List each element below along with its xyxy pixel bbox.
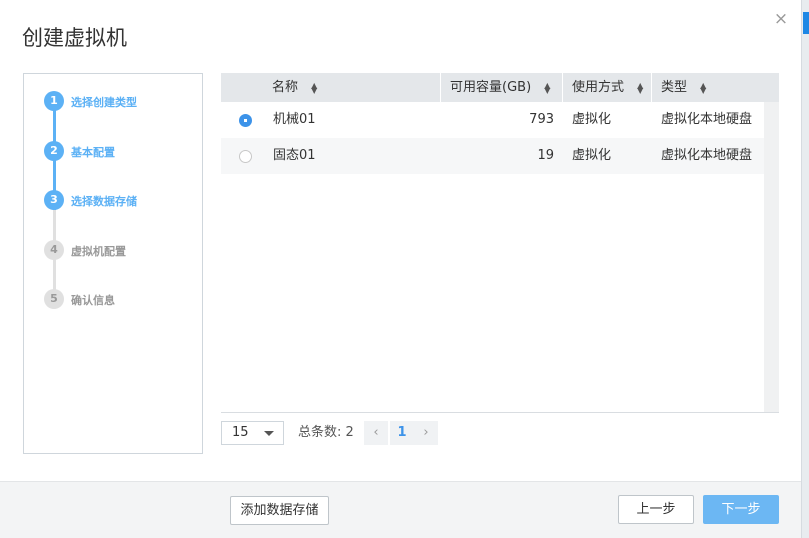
add-datastore-button[interactable]: 添加数据存储 xyxy=(230,496,329,525)
cell-type: 虚拟化本地硬盘 xyxy=(661,148,753,163)
step-number: 1 xyxy=(44,91,64,111)
cell-usage: 虚拟化 xyxy=(572,112,612,127)
pagination: 15 总条数: 2 ‹ 1 › xyxy=(221,421,521,445)
cell-name: 固态01 xyxy=(273,148,316,163)
column-header-type[interactable]: 类型 ▲ ▼ xyxy=(651,73,764,102)
dialog-title: 创建虚拟机 xyxy=(22,26,127,50)
step-number: 3 xyxy=(44,190,64,210)
column-header-label: 类型 xyxy=(661,80,688,95)
table-divider xyxy=(221,412,779,413)
table-row[interactable]: 机械01 793 虚拟化 虚拟化本地硬盘 xyxy=(221,102,764,138)
step-label: 确认信息 xyxy=(71,294,115,307)
create-vm-dialog: 创建虚拟机 × 1 选择创建类型 2 基本配置 3 选择数据存储 4 虚拟机配置… xyxy=(0,0,809,538)
cell-type: 虚拟化本地硬盘 xyxy=(661,112,753,127)
page-size-select[interactable]: 15 xyxy=(221,421,284,445)
dialog-footer: 添加数据存储 上一步 下一步 xyxy=(0,481,801,538)
cell-capacity: 793 xyxy=(529,112,554,127)
sort-icon[interactable]: ▲ ▼ xyxy=(637,81,643,94)
step-label: 选择创建类型 xyxy=(71,96,137,109)
step-label: 选择数据存储 xyxy=(71,195,137,208)
column-header-capacity[interactable]: 可用容量(GB) ▲ ▼ xyxy=(440,73,562,102)
sort-icon[interactable]: ▲ ▼ xyxy=(700,81,706,94)
previous-step-button[interactable]: 上一步 xyxy=(618,495,694,524)
row-radio[interactable] xyxy=(239,150,252,163)
total-count: 总条数: 2 xyxy=(298,425,354,440)
close-icon[interactable]: × xyxy=(772,10,790,28)
column-header-name[interactable]: 名称 ▲ ▼ xyxy=(263,73,440,102)
column-header-label: 名称 xyxy=(272,80,299,95)
table-row[interactable]: 固态01 19 虚拟化 虚拟化本地硬盘 xyxy=(221,138,764,174)
cell-name: 机械01 xyxy=(273,112,316,127)
step-label: 虚拟机配置 xyxy=(71,245,126,258)
column-header-label: 使用方式 xyxy=(572,80,625,95)
cell-usage: 虚拟化 xyxy=(572,148,612,163)
sort-icon[interactable]: ▲ ▼ xyxy=(311,81,317,94)
step-label: 基本配置 xyxy=(71,146,115,159)
step-number: 2 xyxy=(44,141,64,161)
page-number-current[interactable]: 1 xyxy=(390,421,414,445)
cell-capacity: 19 xyxy=(537,148,554,163)
sort-icon[interactable]: ▲ ▼ xyxy=(544,81,550,94)
background-window-edge xyxy=(801,0,809,538)
step-number: 4 xyxy=(44,240,64,260)
row-radio-checked[interactable] xyxy=(239,114,252,127)
background-accent-bar xyxy=(803,12,809,34)
page-size-value: 15 xyxy=(232,425,249,440)
datastore-table: 名称 ▲ ▼ 可用容量(GB) ▲ ▼ 使用方式 ▲ ▼ 类型 ▲ ▼ 机械01 793… xyxy=(221,73,779,413)
step-number: 5 xyxy=(44,289,64,309)
chevron-right-icon[interactable]: › xyxy=(414,421,438,445)
wizard-steps-panel: 1 选择创建类型 2 基本配置 3 选择数据存储 4 虚拟机配置 5 确认信息 xyxy=(23,73,203,454)
table-scrollbar[interactable] xyxy=(764,102,779,413)
chevron-left-icon[interactable]: ‹ xyxy=(364,421,388,445)
table-header: 名称 ▲ ▼ 可用容量(GB) ▲ ▼ 使用方式 ▲ ▼ 类型 ▲ ▼ xyxy=(221,73,779,102)
column-header-usage[interactable]: 使用方式 ▲ ▼ xyxy=(562,73,651,102)
column-header-label: 可用容量(GB) xyxy=(450,80,532,95)
chevron-down-icon xyxy=(264,431,274,436)
next-step-button[interactable]: 下一步 xyxy=(703,495,779,524)
